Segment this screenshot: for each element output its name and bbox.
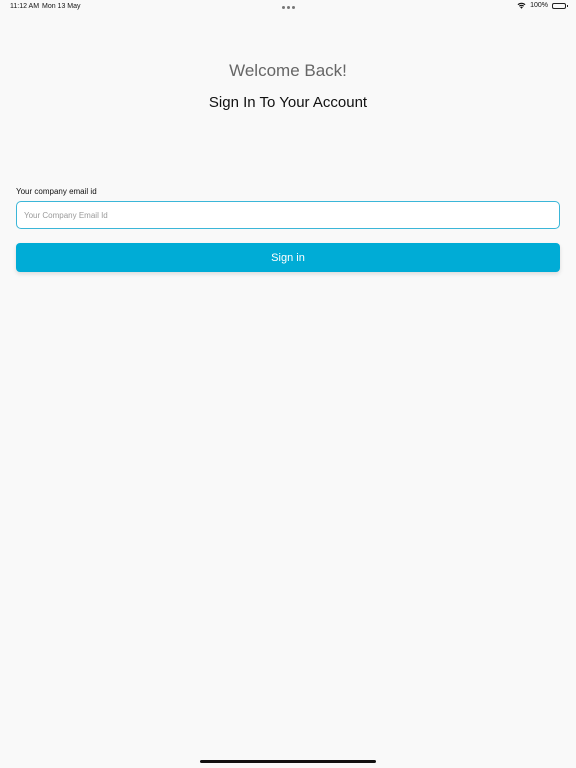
status-time: 11:12 AM: [10, 3, 40, 10]
wifi-icon: [517, 2, 526, 9]
email-label: Your company email id: [16, 187, 97, 196]
battery-percent: 100%: [530, 2, 548, 9]
email-field[interactable]: [16, 201, 560, 229]
page-title: Sign In To Your Account: [208, 94, 368, 111]
battery-icon: [552, 2, 568, 9]
status-date: Mon 13 May: [42, 3, 81, 10]
status-right: 100%: [517, 2, 568, 9]
status-bar: 11:12 AM Mon 13 May 100%: [0, 0, 576, 14]
sign-in-button[interactable]: Sign in: [16, 243, 560, 272]
welcome-text: Welcome Back!: [229, 61, 347, 80]
home-indicator[interactable]: [200, 760, 376, 763]
more-dots-icon[interactable]: [282, 6, 295, 9]
